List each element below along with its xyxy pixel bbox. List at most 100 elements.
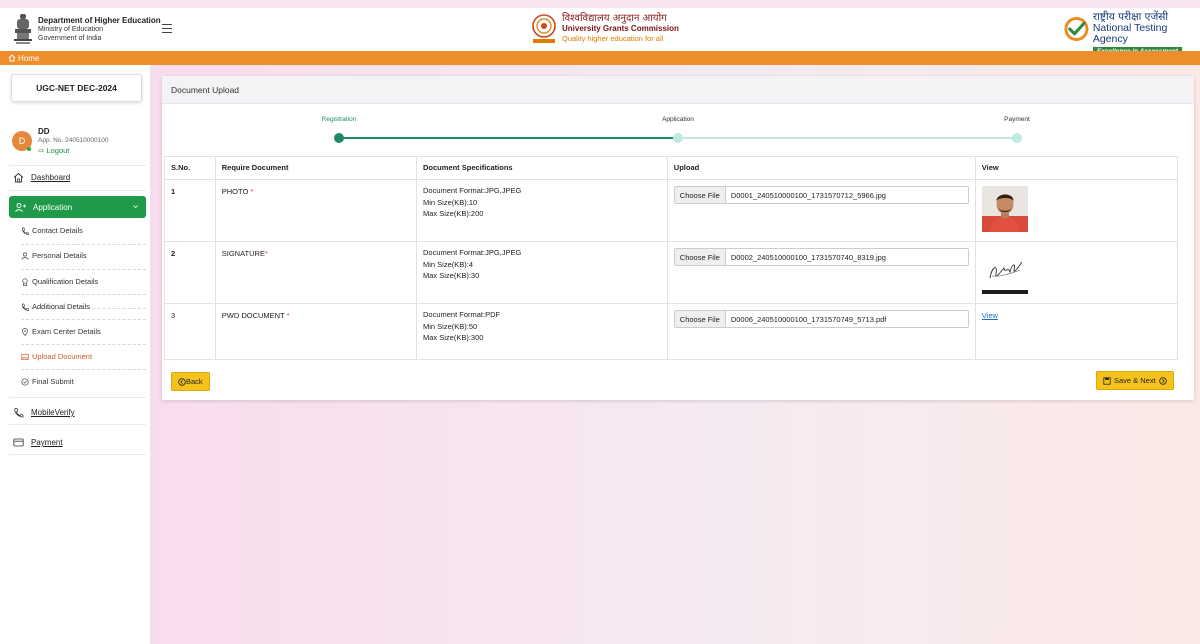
menu-toggle-icon[interactable] xyxy=(162,24,172,33)
column-header: View xyxy=(974,156,1179,180)
phone-icon xyxy=(21,227,29,235)
ugc-english-name: University Grants Commission xyxy=(562,24,679,33)
logout-link[interactable]: ⇨ Logout xyxy=(38,146,69,155)
ugc-tagline: Quality higher education for all xyxy=(562,34,664,43)
row-document-name: PHOTO * xyxy=(214,179,417,242)
sidebar-subitem-label: Contact Details xyxy=(32,226,83,235)
subnav-divider xyxy=(21,294,146,295)
user-profile: D DD App. No. 240510000100 ⇨ Logout xyxy=(12,125,147,157)
sidebar-item-application[interactable]: Application xyxy=(9,196,146,218)
circle-arrow-left-icon xyxy=(178,377,186,386)
step-label-registration: Registration xyxy=(321,116,357,123)
step-label-application: Application xyxy=(662,116,694,123)
sidebar-subitem-qualification-details[interactable]: Qualification Details xyxy=(21,277,146,286)
location-icon xyxy=(22,327,28,336)
table-row: 2 SIGNATURE* Document Format:JPG,JPEG Min… xyxy=(164,241,1179,304)
award-icon xyxy=(22,277,28,286)
credit-card-icon xyxy=(13,438,24,447)
required-marker: * xyxy=(264,249,268,258)
view-document-link[interactable]: View xyxy=(982,311,998,320)
sidebar-subitem-contact-details[interactable]: Contact Details xyxy=(21,226,146,235)
image-icon xyxy=(21,353,29,360)
save-next-label: Save & Next xyxy=(1114,376,1156,385)
sidebar-subitem-label: Qualification Details xyxy=(32,277,99,286)
choose-file-button[interactable]: Choose File xyxy=(674,249,726,265)
subnav-divider xyxy=(21,369,146,370)
user-plus-icon xyxy=(15,202,26,212)
back-button[interactable]: Back xyxy=(171,372,210,391)
sidebar-item-label: Application xyxy=(33,202,73,212)
row-document-name: SIGNATURE* xyxy=(214,241,417,304)
sidebar-subitem-exam-center-details[interactable]: Exam Center Details xyxy=(21,327,146,336)
department-name: Department of Higher Education Ministry … xyxy=(38,16,161,43)
row-upload: Choose File D0006_240510000100_173157074… xyxy=(666,303,976,360)
application-number: App. No. 240510000100 xyxy=(38,137,109,144)
sidebar-item-payment[interactable]: Payment xyxy=(9,437,146,448)
row-spec: Document Format:JPG,JPEG Min Size(KB):10 M… xyxy=(415,179,668,242)
signature-thumbnail[interactable] xyxy=(981,248,1028,294)
row-sno: 1 xyxy=(164,179,216,242)
signature-file-input[interactable]: Choose File D0002_240510000100_173157074… xyxy=(673,248,969,266)
row-upload: Choose File D0002_240510000100_173157074… xyxy=(666,241,976,304)
phone-icon xyxy=(21,303,29,311)
column-header: Document Specifications xyxy=(415,156,668,180)
ugc-logo-icon xyxy=(532,14,556,43)
pwd-document-file-input[interactable]: Choose File D0006_240510000100_173157074… xyxy=(673,310,969,328)
dept-line-1: Department of Higher Education xyxy=(38,16,161,25)
logout-icon: ⇨ xyxy=(38,146,45,155)
top-accent-strip xyxy=(0,0,1200,8)
sidebar: UGC-NET DEC-2024 D DD App. No. 240510000… xyxy=(0,65,151,644)
sidebar-subitem-label: Personal Details xyxy=(32,251,87,260)
sidebar-item-label: Payment xyxy=(31,438,63,447)
selected-file-name: D0002_240510000100_1731570740_8319.jpg xyxy=(730,252,886,262)
choose-file-button[interactable]: Choose File xyxy=(674,311,726,327)
card-title: Document Upload xyxy=(162,76,1194,104)
step-dot-application xyxy=(673,133,683,143)
top-nav-bar: Home xyxy=(0,51,1200,65)
row-spec: Document Format:JPG,JPEG Min Size(KB):4 Ma… xyxy=(415,241,668,304)
sidebar-subitem-label: Additional Details xyxy=(32,302,90,311)
step-dot-registration xyxy=(334,133,344,143)
sidebar-subitem-upload-document[interactable]: Upload Document xyxy=(21,352,146,361)
sidebar-item-dashboard[interactable]: Dashboard xyxy=(9,172,146,183)
row-sno: 3 xyxy=(164,303,216,360)
circle-arrow-right-icon xyxy=(1158,376,1167,385)
nav-divider xyxy=(9,165,146,166)
sidebar-subitem-label: Upload Document xyxy=(32,352,93,361)
dept-line-2: Ministry of Education xyxy=(38,26,103,33)
step-line-completed xyxy=(339,137,678,139)
subnav-divider xyxy=(21,244,146,245)
choose-file-button[interactable]: Choose File xyxy=(674,187,726,203)
selected-file-name: D0006_240510000100_1731570749_5713.pdf xyxy=(730,314,887,324)
column-header: S.No. xyxy=(164,156,216,180)
phone-icon xyxy=(14,408,24,418)
column-header: Require Document xyxy=(214,156,417,180)
save-icon xyxy=(1103,376,1111,385)
photo-file-input[interactable]: Choose File D0001_240510000100_173157071… xyxy=(673,186,969,204)
table-header-row: S.No. Require Document Document Specific… xyxy=(164,156,1179,180)
back-label: Back xyxy=(186,377,203,386)
photo-thumbnail[interactable] xyxy=(981,186,1028,232)
ugc-branding: विश्वविद्यालय अनुदान आयोग University Gra… xyxy=(530,13,679,45)
nav-divider xyxy=(9,454,146,455)
sidebar-subitem-final-submit[interactable]: Final Submit xyxy=(21,377,146,386)
sidebar-subitem-label: Final Submit xyxy=(32,377,74,386)
nta-logo-icon xyxy=(1064,17,1089,41)
sidebar-subitem-additional-details[interactable]: Additional Details xyxy=(21,302,146,311)
progress-stepper: Registration Application Payment xyxy=(162,104,1194,144)
required-marker: * xyxy=(250,187,254,196)
table-row: 3 PWD DOCUMENT * Document Format:PDF Min … xyxy=(164,303,1179,360)
column-header: Upload xyxy=(666,156,976,180)
sidebar-subitem-personal-details[interactable]: Personal Details xyxy=(21,251,146,260)
dept-line-3: Government of India xyxy=(38,35,102,42)
selected-file-name: D0001_240510000100_1731570712_5966.jpg xyxy=(730,190,886,200)
sidebar-subitem-label: Exam Center Details xyxy=(32,327,101,336)
ugc-hindi-name: विश्वविद्यालय अनुदान आयोग xyxy=(562,13,667,24)
nav-divider xyxy=(9,190,146,191)
row-view xyxy=(974,179,1179,242)
save-next-button[interactable]: Save & Next xyxy=(1096,371,1174,390)
home-link[interactable]: Home xyxy=(18,54,39,63)
subnav-divider xyxy=(21,344,146,345)
site-header: Department of Higher Education Ministry … xyxy=(0,8,1200,57)
sidebar-item-mobile-verify[interactable]: MobileVerify xyxy=(9,407,146,418)
